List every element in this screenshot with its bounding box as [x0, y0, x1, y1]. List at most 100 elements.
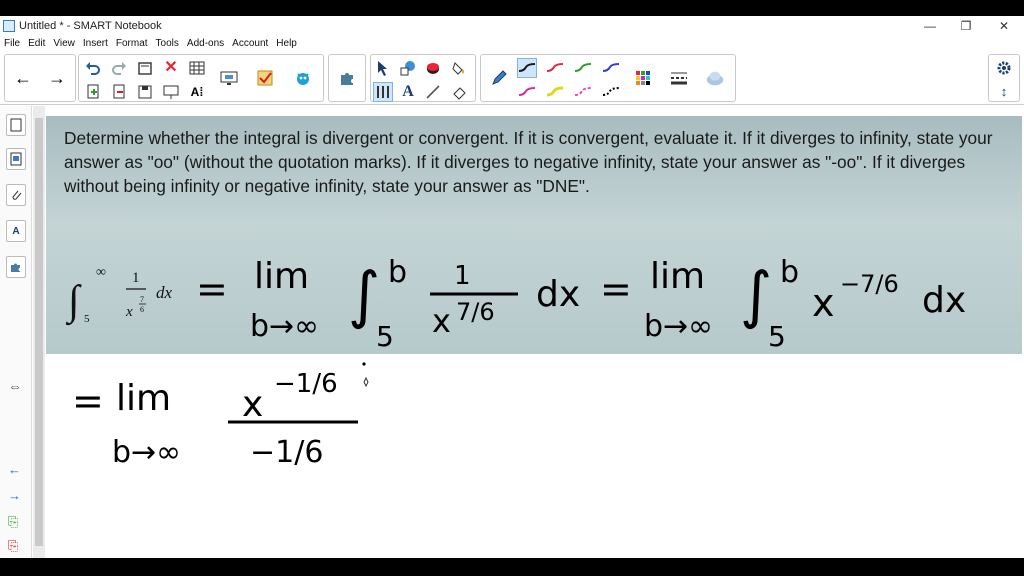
menu-bar: File Edit View Insert Format Tools Add-o…	[0, 36, 1024, 50]
gallery-icon[interactable]	[6, 148, 26, 170]
menu-insert[interactable]: Insert	[79, 38, 112, 49]
save-icon[interactable]	[135, 82, 155, 102]
redo-icon[interactable]	[109, 58, 129, 78]
hw-dx-1: dx	[536, 274, 580, 315]
presentation-icon[interactable]	[161, 82, 181, 102]
menu-tools[interactable]: Tools	[152, 38, 183, 49]
delete-icon[interactable]: ✕	[161, 58, 181, 78]
hw-denominator-x: x	[432, 302, 451, 340]
delete-page-icon[interactable]: ⎘	[8, 538, 18, 554]
pen-color-4[interactable]	[601, 58, 621, 78]
next-page-icon[interactable]: →	[8, 488, 21, 503]
palette-icon[interactable]	[633, 68, 653, 88]
menu-format[interactable]: Format	[112, 38, 152, 49]
erase-ink-icon[interactable]	[449, 82, 469, 102]
hw-x-2: x	[812, 281, 835, 325]
puzzle-icon[interactable]	[337, 68, 357, 88]
hw-lower-5-1: 5	[376, 320, 394, 353]
handwritten-work: = lim b→∞ ∫ b 5 1 x 7/6 dx = lim b→∞ ∫ b…	[72, 255, 966, 470]
hw-upper-b-2: b	[780, 255, 799, 290]
text-icon[interactable]: A	[398, 82, 418, 102]
pen-color-1[interactable]	[517, 58, 537, 78]
pen-cursor-icon	[363, 376, 369, 388]
eraser-icon[interactable]	[423, 58, 443, 78]
menu-edit[interactable]: Edit	[24, 38, 49, 49]
hw-upper-b-1: b	[388, 255, 407, 290]
pen-color-7[interactable]	[573, 82, 593, 102]
remove-page-icon[interactable]	[109, 82, 129, 102]
vertical-scrollbar[interactable]	[33, 106, 45, 558]
cloud-icon[interactable]	[705, 68, 725, 88]
page-sorter-icon[interactable]	[6, 114, 26, 136]
back-button[interactable]: ←	[11, 68, 35, 88]
hw-equals-3: =	[72, 379, 104, 423]
hw-b-to-inf-1: b→∞	[250, 309, 319, 344]
new-page-icon[interactable]	[135, 58, 155, 78]
pen-color-2[interactable]	[545, 58, 565, 78]
add-ons-group	[328, 54, 366, 102]
menu-add-ons[interactable]: Add-ons	[183, 38, 228, 49]
hw-neg-exponent-7-6: −7/6	[840, 270, 899, 298]
add-page-icon[interactable]	[83, 82, 103, 102]
fill-icon[interactable]	[449, 58, 469, 78]
move-toolbar-icon[interactable]: ↕	[994, 81, 1014, 101]
menu-view[interactable]: View	[49, 38, 79, 49]
hw-lim-2: lim	[650, 256, 705, 297]
menu-account[interactable]: Account	[228, 38, 272, 49]
window-title: Untitled * - SMART Notebook	[19, 20, 162, 32]
add-ons-icon[interactable]	[6, 256, 26, 278]
tools-group: A	[370, 54, 476, 102]
nav-group: ← →	[4, 54, 76, 102]
hw-equals-2: =	[600, 267, 632, 311]
table-icon[interactable]	[187, 58, 207, 78]
pen-color-3[interactable]	[573, 58, 593, 78]
gear-icon[interactable]	[994, 58, 1014, 78]
pen-color-6[interactable]	[545, 82, 565, 102]
monster-icon[interactable]	[293, 68, 313, 88]
pen-group	[480, 54, 736, 102]
hw-neg-exponent-1-6: −1/6	[274, 369, 338, 399]
forward-button[interactable]: →	[45, 68, 69, 88]
add-page-icon[interactable]: ⎘	[8, 514, 18, 530]
close-button[interactable]: ✕	[984, 16, 1024, 36]
previous-page-icon[interactable]: ←	[8, 462, 21, 477]
attachments-icon[interactable]	[6, 184, 26, 206]
pen-icon[interactable]	[489, 68, 509, 88]
menu-help[interactable]: Help	[272, 38, 301, 49]
shapes-icon[interactable]	[398, 58, 418, 78]
select-icon[interactable]	[373, 58, 393, 78]
check-icon[interactable]	[255, 68, 275, 88]
properties-icon[interactable]: A	[6, 220, 26, 242]
line-style-icon[interactable]	[669, 68, 689, 88]
line-icon[interactable]	[423, 82, 443, 102]
title-bar: Untitled * - SMART Notebook — ❐ ✕	[0, 16, 1024, 36]
whiteboard-page[interactable]: Determine whether the integral is diverg…	[46, 106, 1022, 558]
hw-fraction-x: x	[242, 384, 263, 425]
screen-bottom-bar	[0, 558, 1024, 576]
measure-icon[interactable]	[373, 82, 393, 102]
smart-notebook-window: Untitled * - SMART Notebook — ❐ ✕ File E…	[0, 0, 1024, 576]
insert-text-icon[interactable]: A⁞	[187, 82, 207, 102]
pen-color-8[interactable]	[601, 82, 621, 102]
hw-lim-1: lim	[254, 256, 309, 297]
hw-numerator-1: 1	[454, 261, 471, 291]
screen-shade-icon[interactable]	[219, 68, 239, 88]
resize-sidebar-icon[interactable]: ⇔	[8, 378, 22, 394]
pen-color-5[interactable]	[517, 82, 537, 102]
scrollbar-thumb[interactable]	[35, 118, 43, 546]
main-toolbar: ← → ✕ A⁞ A ↕	[0, 51, 1024, 105]
hw-b-to-inf-2: b→∞	[644, 309, 713, 344]
maximize-button[interactable]: ❐	[946, 16, 986, 36]
notebook-app-icon	[3, 20, 15, 32]
minimize-button[interactable]: —	[910, 16, 950, 36]
hw-b-to-inf-3: b→∞	[112, 435, 181, 470]
side-tab-bar: A ⇔ ← → ⎘ ⎘	[0, 106, 32, 558]
menu-file[interactable]: File	[0, 38, 24, 49]
hw-dot	[362, 362, 366, 366]
edit-group: ✕ A⁞	[78, 54, 324, 102]
hw-denominator-neg-1-6: −1/6	[250, 435, 323, 470]
hw-lim-3: lim	[116, 378, 171, 419]
toolbar-settings-group: ↕	[988, 54, 1020, 102]
undo-icon[interactable]	[83, 58, 103, 78]
hw-equals-1: =	[196, 267, 228, 311]
